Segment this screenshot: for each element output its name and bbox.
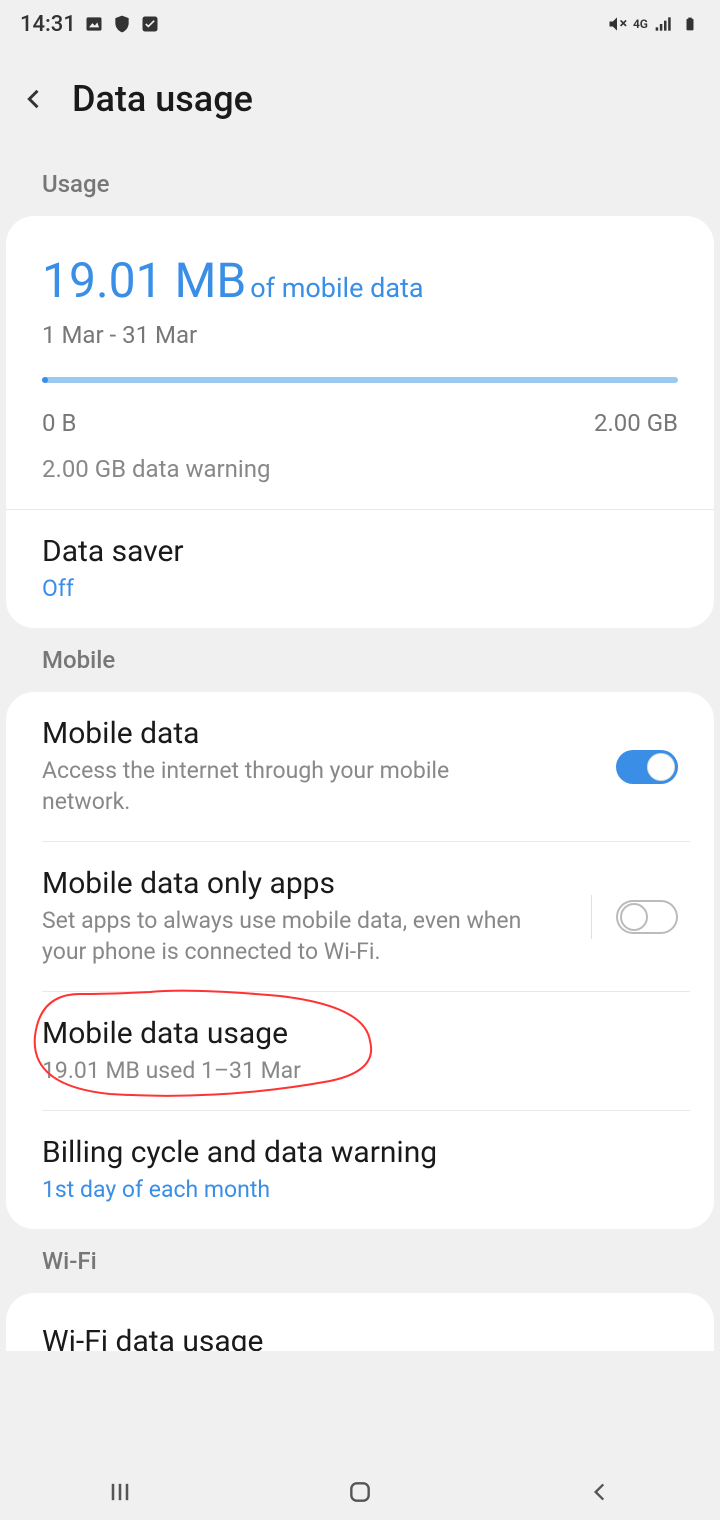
section-header-usage: Usage bbox=[6, 160, 714, 216]
wifi-data-usage-title: Wi-Fi data usage bbox=[42, 1324, 678, 1352]
check-icon bbox=[140, 14, 160, 34]
usage-warning: 2.00 GB data warning bbox=[42, 455, 678, 509]
home-button[interactable] bbox=[344, 1476, 376, 1508]
vertical-divider bbox=[591, 895, 592, 939]
mobile-card: Mobile data Access the internet through … bbox=[6, 692, 714, 1229]
page-title: Data usage bbox=[72, 78, 253, 120]
usage-scale: 0 B 2.00 GB bbox=[42, 409, 678, 437]
usage-summary[interactable]: 19.01 MB of mobile data 1 Mar - 31 Mar 0… bbox=[6, 216, 714, 510]
data-saver-row[interactable]: Data saver Off bbox=[6, 510, 714, 628]
billing-cycle-title: Billing cycle and data warning bbox=[42, 1135, 678, 1170]
status-left: 14:31 bbox=[20, 12, 160, 37]
shield-icon bbox=[112, 14, 132, 34]
mobile-data-only-subtitle: Set apps to always use mobile data, even… bbox=[42, 905, 562, 967]
data-saver-status: Off bbox=[42, 573, 678, 604]
back-button[interactable] bbox=[584, 1476, 616, 1508]
mobile-data-usage-subtitle: 19.01 MB used 1–31 Mar bbox=[42, 1055, 678, 1086]
signal-icon bbox=[654, 14, 674, 34]
data-saver-title: Data saver bbox=[42, 534, 678, 569]
mobile-data-toggle[interactable] bbox=[616, 750, 678, 784]
mobile-data-only-row[interactable]: Mobile data only apps Set apps to always… bbox=[6, 842, 714, 991]
page-header: Data usage bbox=[0, 48, 720, 160]
section-header-mobile: Mobile bbox=[6, 636, 714, 692]
content: Usage 19.01 MB of mobile data 1 Mar - 31… bbox=[0, 160, 720, 1464]
usage-max: 2.00 GB bbox=[594, 409, 678, 437]
billing-cycle-row[interactable]: Billing cycle and data warning 1st day o… bbox=[6, 1111, 714, 1229]
usage-progress-bar bbox=[42, 377, 678, 383]
usage-period: 1 Mar - 31 Mar bbox=[42, 321, 678, 349]
status-bar: 14:31 4G bbox=[0, 0, 720, 48]
mobile-data-only-title: Mobile data only apps bbox=[42, 866, 591, 901]
recents-button[interactable] bbox=[104, 1476, 136, 1508]
usage-amount: 19.01 MB bbox=[42, 252, 246, 309]
toggle-knob bbox=[620, 903, 648, 931]
image-icon bbox=[84, 14, 104, 34]
mobile-data-only-toggle[interactable] bbox=[616, 900, 678, 934]
wifi-data-usage-row[interactable]: Wi-Fi data usage bbox=[6, 1293, 714, 1351]
section-header-wifi: Wi-Fi bbox=[6, 1237, 714, 1293]
wifi-card: Wi-Fi data usage bbox=[6, 1293, 714, 1351]
status-time: 14:31 bbox=[20, 12, 76, 37]
back-icon[interactable] bbox=[20, 85, 48, 113]
usage-min: 0 B bbox=[42, 409, 76, 437]
mobile-data-row[interactable]: Mobile data Access the internet through … bbox=[6, 692, 714, 841]
mobile-data-subtitle: Access the internet through your mobile … bbox=[42, 755, 492, 817]
usage-progress-fill bbox=[42, 377, 48, 383]
mobile-data-usage-title: Mobile data usage bbox=[42, 1016, 678, 1051]
status-right: 4G bbox=[607, 14, 700, 34]
mobile-data-title: Mobile data bbox=[42, 716, 616, 751]
network-type: 4G bbox=[633, 17, 648, 31]
battery-icon bbox=[680, 14, 700, 34]
navigation-bar bbox=[0, 1464, 720, 1520]
billing-cycle-subtitle: 1st day of each month bbox=[42, 1174, 678, 1205]
toggle-knob bbox=[647, 753, 675, 781]
usage-suffix: of mobile data bbox=[250, 272, 423, 304]
mobile-data-usage-row[interactable]: Mobile data usage 19.01 MB used 1–31 Mar bbox=[6, 992, 714, 1110]
mute-vibrate-icon bbox=[607, 14, 627, 34]
usage-card: 19.01 MB of mobile data 1 Mar - 31 Mar 0… bbox=[6, 216, 714, 628]
